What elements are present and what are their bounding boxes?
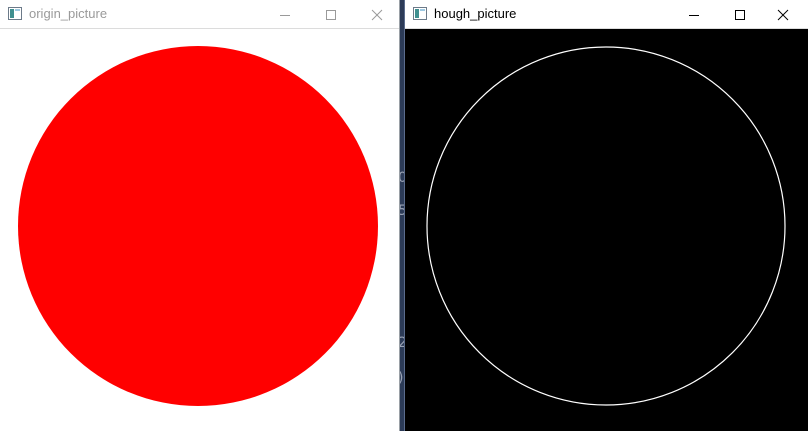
maximize-icon bbox=[326, 9, 336, 20]
close-button[interactable] bbox=[760, 0, 806, 29]
hough-picture-window[interactable]: hough_picture bbox=[404, 0, 808, 431]
close-icon bbox=[777, 9, 789, 20]
image-canvas bbox=[405, 29, 808, 431]
origin-image bbox=[18, 46, 378, 406]
close-button[interactable] bbox=[354, 0, 399, 29]
minimize-icon bbox=[280, 14, 290, 16]
white-outline-circle bbox=[426, 46, 786, 406]
minimize-button[interactable] bbox=[262, 0, 308, 29]
image-canvas bbox=[0, 29, 399, 431]
red-filled-circle bbox=[18, 46, 378, 406]
desktop: 0 5 2 ) origin_picture hough_picture bbox=[0, 0, 808, 431]
window-title: origin_picture bbox=[29, 6, 108, 21]
maximize-button[interactable] bbox=[717, 0, 763, 29]
app-icon[interactable] bbox=[8, 7, 22, 20]
minimize-icon bbox=[689, 14, 699, 16]
minimize-button[interactable] bbox=[671, 0, 717, 29]
app-icon[interactable] bbox=[413, 7, 427, 20]
close-icon bbox=[371, 9, 383, 20]
title-bar[interactable]: hough_picture bbox=[405, 0, 808, 29]
window-title: hough_picture bbox=[434, 6, 517, 21]
hough-image bbox=[426, 46, 786, 406]
origin-picture-window[interactable]: origin_picture bbox=[0, 0, 400, 431]
maximize-button[interactable] bbox=[308, 0, 354, 29]
maximize-icon bbox=[735, 9, 745, 20]
title-bar[interactable]: origin_picture bbox=[0, 0, 399, 29]
